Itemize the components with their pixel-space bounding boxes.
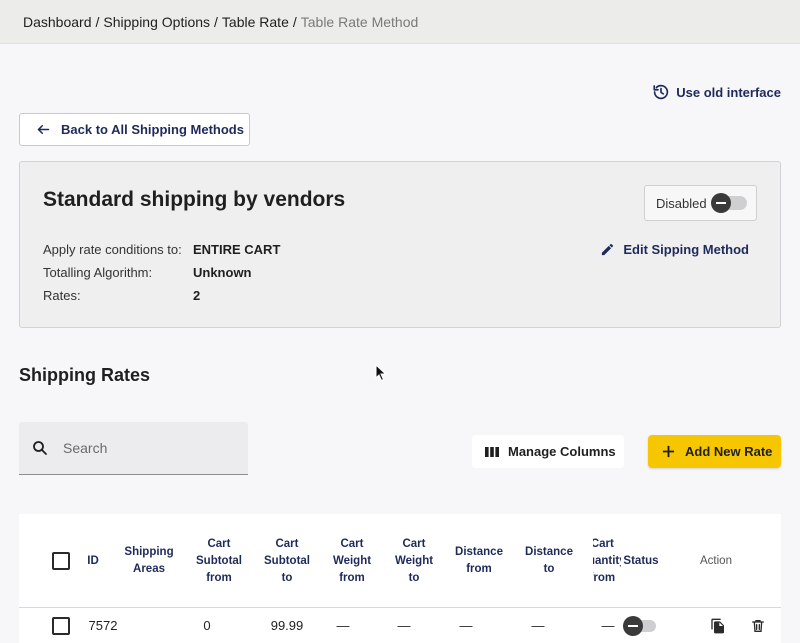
shipping-method-card: Standard shipping by vendors Disabled Ap… (19, 161, 781, 328)
column-header-status[interactable]: Status (621, 514, 661, 608)
breadcrumb-dashboard[interactable]: Dashboard (23, 14, 92, 30)
detail-label: Apply rate conditions to: (43, 242, 182, 257)
arrow-left-icon (37, 125, 50, 134)
pencil-icon (602, 243, 614, 256)
breadcrumb-separator: / (95, 13, 100, 30)
cell-cart-weight-from: — (336, 618, 350, 633)
row-select-cell (51, 608, 71, 643)
method-title: Standard shipping by vendors (43, 188, 346, 211)
search-icon (33, 441, 47, 455)
table-row: 7572 0 99.99 — — — — — (19, 608, 781, 643)
cart-quantity-from-label: Cart Quantity from (593, 537, 621, 584)
detail-row: Totalling Algorithm: Unknown (43, 261, 280, 284)
row-checkbox[interactable] (52, 616, 70, 635)
status-toggle-box[interactable]: Disabled (644, 185, 757, 221)
delete-rate-button[interactable] (747, 608, 769, 643)
column-header-cart-subtotal-to[interactable]: Cart Subtotal to (259, 514, 315, 608)
column-header-cart-subtotal-from[interactable]: Cart Subtotal from (189, 514, 249, 608)
breadcrumb-table-rate[interactable]: Table Rate (222, 14, 289, 30)
detail-row: Rates: 2 (43, 284, 280, 307)
column-header-shipping-areas[interactable]: Shipping Areas (119, 514, 179, 608)
cell-cart-quantity-from: — (601, 618, 615, 633)
detail-value: Unknown (193, 265, 252, 280)
breadcrumb-separator: / (292, 13, 297, 30)
search-field[interactable] (19, 422, 248, 475)
use-old-interface-label: Use old interface (676, 84, 781, 100)
duplicate-rate-button[interactable] (707, 608, 729, 643)
breadcrumb-separator: / (214, 13, 218, 30)
detail-row: Apply rate conditions to: ENTIRE CART (43, 238, 280, 261)
trash-icon (752, 619, 764, 632)
breadcrumb-current: Table Rate Method (300, 13, 419, 30)
column-header-distance-to[interactable]: Distance to (521, 514, 577, 608)
mouse-cursor-icon (375, 364, 387, 382)
use-old-interface-link[interactable]: Use old interface (652, 82, 781, 102)
select-all-checkbox[interactable] (52, 552, 70, 570)
columns-icon (485, 446, 499, 457)
detail-value: ENTIRE CART (193, 242, 281, 257)
column-header-cart-weight-to[interactable]: Cart Weight to (389, 514, 439, 608)
cell-distance-to: — (531, 618, 545, 633)
manage-columns-button[interactable]: Manage Columns (472, 435, 624, 468)
column-header-id[interactable]: ID (81, 514, 105, 608)
rates-table: ID Shipping Areas Cart Subtotal from Car… (19, 514, 781, 643)
status-label: Disabled (656, 195, 707, 211)
detail-label: Rates: (43, 288, 81, 303)
status-switch[interactable] (710, 193, 747, 213)
table-header: ID Shipping Areas Cart Subtotal from Car… (19, 514, 781, 608)
detail-value: 2 (193, 288, 201, 303)
column-header-cart-quantity-from[interactable]: Cart Quantity from (593, 514, 621, 608)
breadcrumb: Dashboard / Shipping Options / Table Rat… (0, 0, 800, 44)
back-button-label: Back to All Shipping Methods (61, 122, 244, 137)
cell-status (623, 608, 659, 643)
column-header-action: Action (700, 554, 732, 567)
edit-method-label: Edit Sipping Method (623, 242, 749, 257)
cell-distance-from: — (459, 618, 473, 633)
add-new-rate-button[interactable]: Add New Rate (648, 435, 781, 468)
cell-cart-subtotal-from: 0 (203, 618, 211, 633)
manage-columns-label: Manage Columns (508, 444, 616, 459)
cell-cart-weight-to: — (397, 618, 411, 633)
switch-knob (623, 615, 643, 636)
method-details: Apply rate conditions to: ENTIRE CART To… (43, 238, 280, 307)
select-all-cell (51, 514, 71, 608)
copy-icon (711, 618, 724, 633)
column-header-cart-weight-from[interactable]: Cart Weight from (325, 514, 379, 608)
search-input[interactable] (63, 440, 223, 456)
back-to-shipping-methods-button[interactable]: Back to All Shipping Methods (19, 113, 250, 146)
column-header-distance-from[interactable]: Distance from (449, 514, 509, 608)
breadcrumb-shipping-options[interactable]: Shipping Options (103, 14, 210, 30)
shipping-rates-heading: Shipping Rates (19, 365, 151, 385)
detail-label: Totalling Algorithm: (43, 265, 153, 280)
row-status-switch[interactable] (623, 615, 656, 636)
edit-shipping-method-link[interactable]: Edit Sipping Method (600, 242, 749, 257)
switch-knob (710, 193, 731, 213)
history-icon (653, 84, 669, 100)
cell-id: 7572 (88, 618, 118, 633)
plus-icon (662, 445, 675, 458)
add-new-rate-label: Add New Rate (685, 444, 773, 459)
cell-cart-subtotal-to: 99.99 (270, 618, 304, 633)
